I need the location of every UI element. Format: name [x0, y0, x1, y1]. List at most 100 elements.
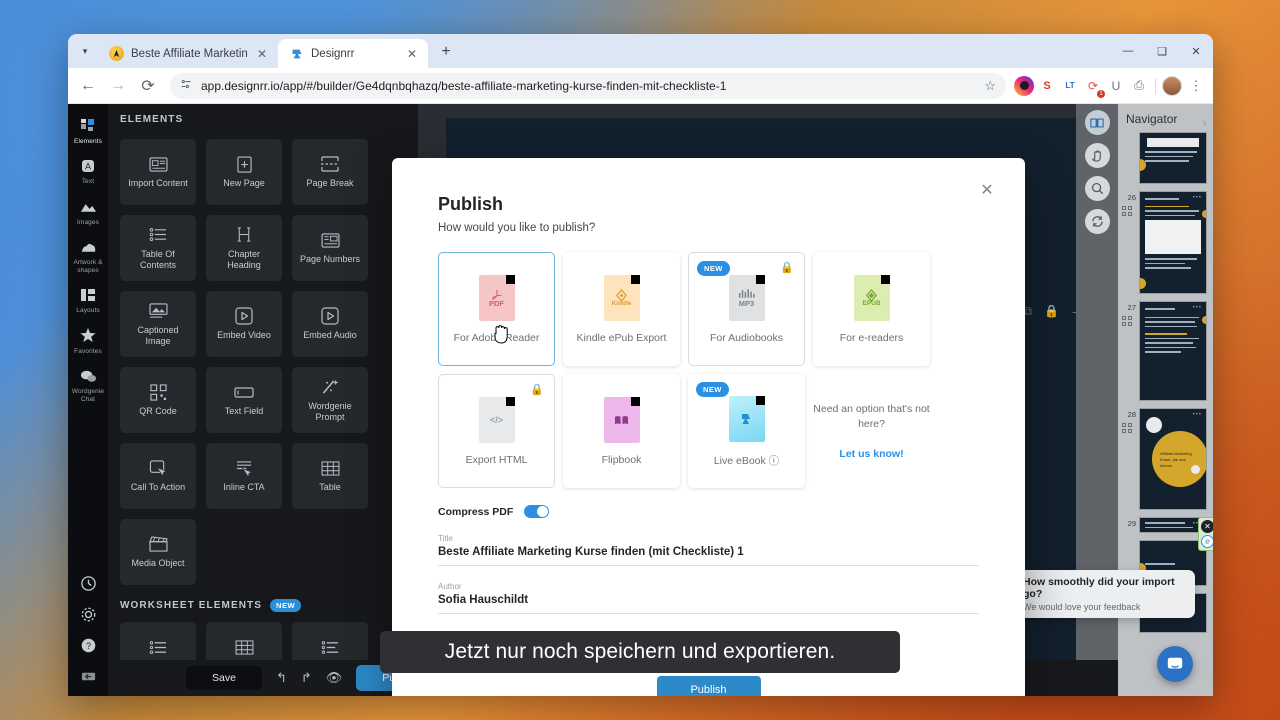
element-page-break[interactable]: Page Break	[292, 139, 368, 205]
settings-button[interactable]	[68, 598, 108, 629]
instagram-extension-icon[interactable]	[1014, 75, 1034, 96]
worksheet-heading-label: WORKSHEET ELEMENTS	[120, 600, 263, 611]
page-layout-icon[interactable]	[1122, 316, 1136, 326]
browser-tab-1[interactable]: Designrr ✕	[278, 39, 428, 68]
sidebar-item-wordgenie-chat[interactable]: Wordgenie Chat	[68, 360, 108, 408]
forward-arrow-icon[interactable]: →	[104, 72, 132, 100]
history-button[interactable]	[68, 567, 108, 598]
list-item[interactable]: 28 ••• Affiliate Marketing Kurse, die sic…	[1120, 408, 1213, 510]
publish-option-flipbook[interactable]: Flipbook	[563, 374, 680, 488]
reload-icon[interactable]: ⟳	[134, 72, 162, 100]
modal-publish-button[interactable]: Publish	[656, 676, 761, 696]
languagetool-extension-icon[interactable]: LT	[1060, 76, 1080, 96]
element-label: Embed Audio	[303, 330, 357, 341]
sidebar-item-label: Wordgenie Chat	[71, 388, 105, 403]
list-item[interactable]: 26 •••	[1120, 191, 1213, 294]
page-layout-icon[interactable]	[1122, 423, 1136, 433]
sidebar-item-images[interactable]: Images	[68, 191, 108, 231]
book-spread-icon[interactable]	[1084, 110, 1110, 135]
help-button[interactable]: ?	[68, 629, 108, 660]
page-layout-icon[interactable]	[1122, 206, 1136, 216]
element-table[interactable]: Table	[292, 443, 368, 509]
list-item[interactable]: 27 •••	[1120, 301, 1213, 401]
eye-preview-icon[interactable]: 👁	[326, 670, 343, 686]
element-inline-cta[interactable]: Inline CTA	[206, 443, 282, 509]
page-number: 29	[1127, 519, 1136, 528]
element-captioned-image[interactable]: Captioned Image	[120, 291, 196, 357]
compress-pdf-toggle[interactable]	[524, 505, 550, 518]
inline-cta-icon	[233, 459, 255, 477]
publish-option-kindle-epub[interactable]: Kindle Kindle ePub Export	[563, 252, 680, 366]
publish-option-export-html[interactable]: 🔒 </> Export HTML	[438, 374, 555, 488]
publish-option-audiobooks[interactable]: NEW 🔒 MP3 For Audiobooks	[688, 252, 805, 366]
element-call-to-action[interactable]: Call To Action	[120, 443, 196, 509]
e-badge-icon[interactable]: e	[1201, 535, 1213, 548]
refresh-sync-icon[interactable]	[1084, 209, 1110, 234]
kebab-menu-icon[interactable]: ⋮	[1185, 75, 1207, 97]
element-new-page[interactable]: New Page	[206, 139, 282, 205]
title-input[interactable]: Beste Affiliate Marketing Kurse finden (…	[438, 546, 979, 566]
intercom-chat-icon[interactable]	[1157, 646, 1193, 682]
hand-pan-icon[interactable]	[1084, 143, 1110, 168]
element-media-object[interactable]: Media Object	[120, 519, 196, 585]
author-input[interactable]: Sofia Hauschildt	[438, 594, 979, 614]
page-thumbnail[interactable]: ••• Affiliate Marketing Kurse, die sich lo…	[1139, 408, 1207, 510]
sidebar-item-artwork-shapes[interactable]: Artwork & shapes	[68, 231, 108, 279]
maximize-button[interactable]: ❑	[1145, 34, 1179, 68]
compress-pdf-label: Compress PDF	[438, 505, 514, 518]
redo-arrow-icon[interactable]: ↱	[301, 670, 312, 686]
element-chapter-heading[interactable]: Chapter Heading	[206, 215, 282, 281]
layouts-icon	[78, 285, 98, 305]
publish-option-adobe-reader[interactable]: PDF For Adobe Reader	[438, 252, 555, 366]
grammar-extension-icon[interactable]: U	[1106, 76, 1126, 96]
page-thumbnail[interactable]: •••	[1139, 301, 1207, 401]
sidebar-item-layouts[interactable]: Layouts	[68, 279, 108, 319]
redirect-extension-icon[interactable]: ⟳ 1	[1083, 76, 1105, 98]
tab-search-button[interactable]: ▾	[72, 37, 98, 65]
sidebar-item-text[interactable]: A Text	[68, 150, 108, 190]
page-menu-icon[interactable]: •••	[1193, 412, 1202, 418]
element-embed-audio[interactable]: Embed Audio	[292, 291, 368, 357]
close-window-button[interactable]: ✕	[1179, 34, 1213, 68]
address-bar[interactable]: app.designrr.io/app/#/builder/Ge4dqnbqha…	[170, 72, 1006, 99]
new-tab-button[interactable]: +	[433, 39, 459, 65]
sidebar-item-elements[interactable]: Elements	[68, 110, 108, 150]
page-thumbnail[interactable]	[1139, 132, 1207, 184]
close-icon[interactable]: ✕	[404, 46, 420, 62]
let-us-know-link[interactable]: Let us know!	[839, 448, 903, 460]
page-thumbnail[interactable]: •••	[1139, 191, 1207, 294]
element-table-of-contents[interactable]: Table Of Contents	[120, 215, 196, 281]
page-menu-icon[interactable]: •••	[1193, 195, 1202, 201]
back-arrow-icon[interactable]: ←	[74, 72, 102, 100]
close-x-icon[interactable]: ✕	[1201, 520, 1213, 533]
save-button[interactable]: Save	[186, 666, 262, 690]
publish-option-e-readers[interactable]: EPUB For e-readers	[813, 252, 930, 366]
browser-tab-0[interactable]: Beste Affiliate Marketing Kurse ✕	[98, 39, 278, 68]
site-settings-icon[interactable]	[180, 78, 193, 94]
bookmark-star-icon[interactable]: ☆	[984, 78, 996, 94]
close-icon[interactable]: ✕	[254, 46, 270, 62]
element-label: Embed Video	[217, 330, 271, 341]
element-wordgenie-prompt[interactable]: Wordgenie Prompt	[292, 367, 368, 433]
element-text-field[interactable]: Text Field	[206, 367, 282, 433]
list-item[interactable]	[1120, 132, 1213, 184]
publish-option-live-ebook[interactable]: NEW Live eBook ⓘ	[688, 374, 805, 488]
element-page-numbers[interactable]: Page Numbers	[292, 215, 368, 281]
profile-avatar[interactable]	[1162, 75, 1182, 96]
minimize-button[interactable]: —	[1111, 34, 1145, 68]
chevron-right-icon[interactable]: ›	[1203, 115, 1207, 130]
zoom-search-icon[interactable]	[1084, 176, 1110, 201]
undo-arrow-icon[interactable]: ↰	[276, 670, 287, 686]
element-qr-code[interactable]: QR Code	[120, 367, 196, 433]
element-embed-video[interactable]: Embed Video	[206, 291, 282, 357]
lock-icon[interactable]: 🔒	[1044, 304, 1059, 321]
page-menu-icon[interactable]: •••	[1193, 305, 1202, 311]
seo-extension-icon[interactable]: S	[1037, 76, 1057, 96]
page-thumbnail[interactable]: •••	[1139, 517, 1207, 533]
clipboard-extension-icon[interactable]: ⎙	[1129, 76, 1149, 96]
collapse-sidebar-button[interactable]	[68, 660, 108, 696]
floating-widget: ✕ e	[1198, 517, 1213, 551]
element-import-content[interactable]: Import Content	[120, 139, 196, 205]
sidebar-item-favorites[interactable]: Favorites	[68, 320, 108, 360]
close-icon[interactable]: ✕	[977, 180, 997, 200]
